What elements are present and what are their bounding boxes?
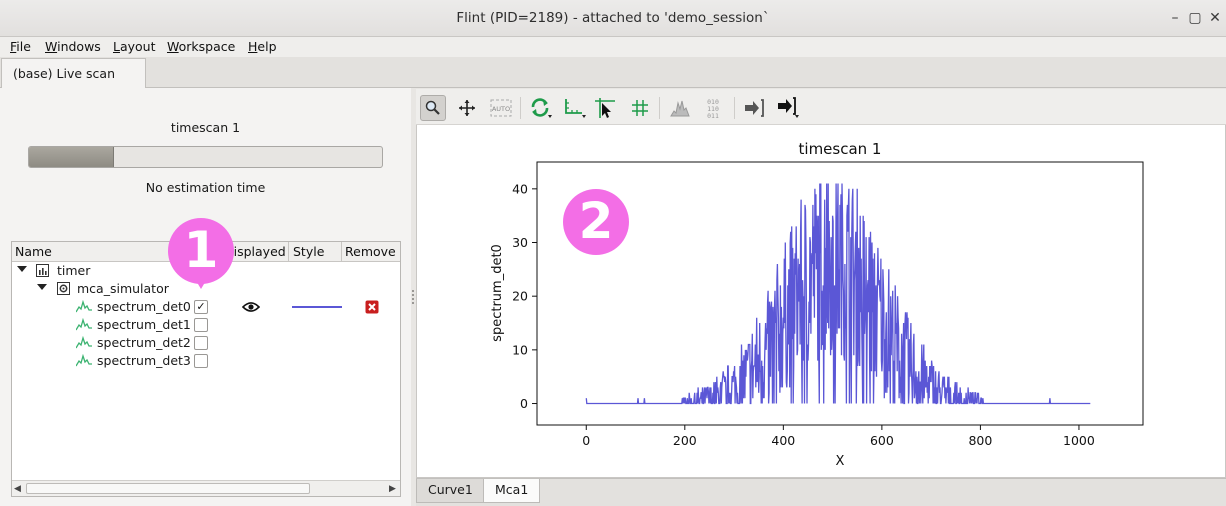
menu-workspace[interactable]: Workspace xyxy=(167,39,235,54)
chart-title: timescan 1 xyxy=(799,140,882,158)
column-style[interactable]: Style xyxy=(293,244,324,259)
x-axis-label: X xyxy=(836,454,845,469)
x-tick-label: 400 xyxy=(771,433,795,448)
tree-horizontal-scrollbar[interactable]: ◀ ▶ xyxy=(12,480,400,496)
column-name[interactable]: Name xyxy=(15,244,52,259)
scroll-thumb[interactable] xyxy=(26,483,310,494)
window-title: Flint (PID=2189) - attached to 'demo_ses… xyxy=(456,10,770,26)
tab-live-scan[interactable]: (base) Live scan xyxy=(1,58,146,89)
axes-icon xyxy=(565,99,586,118)
x-tick-label: 200 xyxy=(673,433,697,448)
y-tick-label: 30 xyxy=(512,235,528,250)
menu-help[interactable]: Help xyxy=(248,39,277,54)
x-axis: 0 200 400 600 800 1000 xyxy=(582,425,1095,448)
estimation-text: No estimation time xyxy=(145,180,266,195)
expand-arrow-icon[interactable] xyxy=(17,266,27,272)
tree-label-mca-simulator: mca_simulator xyxy=(77,281,169,296)
refresh-button[interactable] xyxy=(528,95,554,121)
autoscale-button[interactable]: AUTO xyxy=(488,95,514,121)
spectrum-icon xyxy=(75,317,92,334)
tab-curve1[interactable]: Curve1 xyxy=(416,479,485,503)
binary-data-button[interactable]: 010 110 011 xyxy=(700,95,726,121)
progress-fill xyxy=(29,147,114,167)
annotation-badge-1-pointer xyxy=(189,269,213,289)
zoom-button[interactable] xyxy=(420,95,446,121)
menu-windows[interactable]: Windows xyxy=(45,39,101,54)
workspace-tab-bar xyxy=(0,57,1226,88)
pan-icon xyxy=(459,100,475,116)
panel-splitter[interactable] xyxy=(412,290,414,304)
zoom-icon xyxy=(425,100,440,115)
tree-row-spectrum-det3[interactable]: spectrum_det3 xyxy=(12,352,400,370)
refresh-icon xyxy=(531,98,552,118)
tree-row-spectrum-det1[interactable]: spectrum_det1 xyxy=(12,316,400,334)
x-tick-label: 1000 xyxy=(1063,433,1095,448)
copy-button[interactable] xyxy=(775,95,801,121)
spectrum-icon xyxy=(75,335,92,352)
grid-icon xyxy=(632,100,648,116)
histogram-icon xyxy=(670,100,690,117)
y-axis: 0 10 20 30 40 xyxy=(512,181,537,411)
channel-name: spectrum_det0 xyxy=(97,299,191,314)
svg-text:011: 011 xyxy=(707,112,719,119)
displayed-checkbox[interactable] xyxy=(194,318,208,332)
x-tick-label: 800 xyxy=(968,433,992,448)
displayed-checkbox[interactable]: ✓ xyxy=(194,300,208,314)
close-button[interactable]: ✕ xyxy=(1206,9,1224,27)
scan-progress-bar xyxy=(28,146,383,168)
maximize-button[interactable]: ▢ xyxy=(1186,9,1204,27)
tab-mca1[interactable]: Mca1 xyxy=(483,479,541,503)
menu-layout[interactable]: Layout xyxy=(113,39,156,54)
tree-row-spectrum-det2[interactable]: spectrum_det2 xyxy=(12,334,400,352)
grid-button[interactable] xyxy=(627,95,653,121)
menu-bar: File Windows Layout Workspace Help xyxy=(0,37,1226,57)
style-line-swatch[interactable] xyxy=(292,306,342,308)
device-icon xyxy=(57,282,70,298)
expand-arrow-icon[interactable] xyxy=(37,284,47,290)
plot-tab-bar: Curve1 Mca1 xyxy=(416,478,1226,506)
y-tick-label: 20 xyxy=(512,289,528,304)
tree-row-spectrum-det0[interactable]: spectrum_det0 ✓ xyxy=(12,298,400,317)
svg-text:AUTO: AUTO xyxy=(492,105,510,113)
channel-name: spectrum_det2 xyxy=(97,335,191,350)
scan-title: timescan 1 xyxy=(170,120,241,135)
menu-file[interactable]: File xyxy=(10,39,31,54)
displayed-checkbox[interactable] xyxy=(194,354,208,368)
y-tick-label: 0 xyxy=(520,396,528,411)
axes-button[interactable] xyxy=(562,95,588,121)
y-tick-label: 10 xyxy=(512,342,528,357)
export-icon xyxy=(745,99,764,117)
tree-label-timer: timer xyxy=(57,263,91,278)
binary-data-icon: 010110011 xyxy=(707,98,719,119)
spectrum-icon xyxy=(75,299,92,316)
x-tick-label: 600 xyxy=(870,433,894,448)
crosshair-button[interactable] xyxy=(592,95,618,121)
series-line xyxy=(585,183,1091,405)
y-tick-label: 40 xyxy=(512,181,528,196)
crosshair-icon xyxy=(595,98,615,118)
timer-icon xyxy=(36,264,49,280)
plot-toolbar: AUTO 010 110 011 xyxy=(416,89,1226,125)
remove-icon[interactable] xyxy=(365,300,379,317)
minimize-button[interactable]: – xyxy=(1166,9,1184,27)
y-axis-label: spectrum_det0 xyxy=(490,244,505,342)
spectrum-chart[interactable]: timescan 1 0 200 400 600 800 1000 0 10 20 30 40 X… xyxy=(417,126,1225,477)
scroll-right-icon[interactable]: ▶ xyxy=(389,484,396,494)
spectrum-icon xyxy=(75,353,92,370)
x-tick-label: 0 xyxy=(582,433,590,448)
export-button[interactable] xyxy=(741,95,767,121)
channel-name: spectrum_det3 xyxy=(97,353,191,368)
scroll-left-icon[interactable]: ◀ xyxy=(14,484,21,494)
copy-icon xyxy=(778,97,799,118)
pan-button[interactable] xyxy=(454,95,480,121)
channel-name: spectrum_det1 xyxy=(97,317,191,332)
displayed-checkbox[interactable] xyxy=(194,336,208,350)
histogram-button[interactable] xyxy=(667,95,693,121)
column-remove[interactable]: Remove xyxy=(345,244,396,259)
autoscale-icon: AUTO xyxy=(490,99,512,117)
eye-icon[interactable] xyxy=(241,301,261,316)
annotation-badge-2: 2 xyxy=(563,189,629,255)
